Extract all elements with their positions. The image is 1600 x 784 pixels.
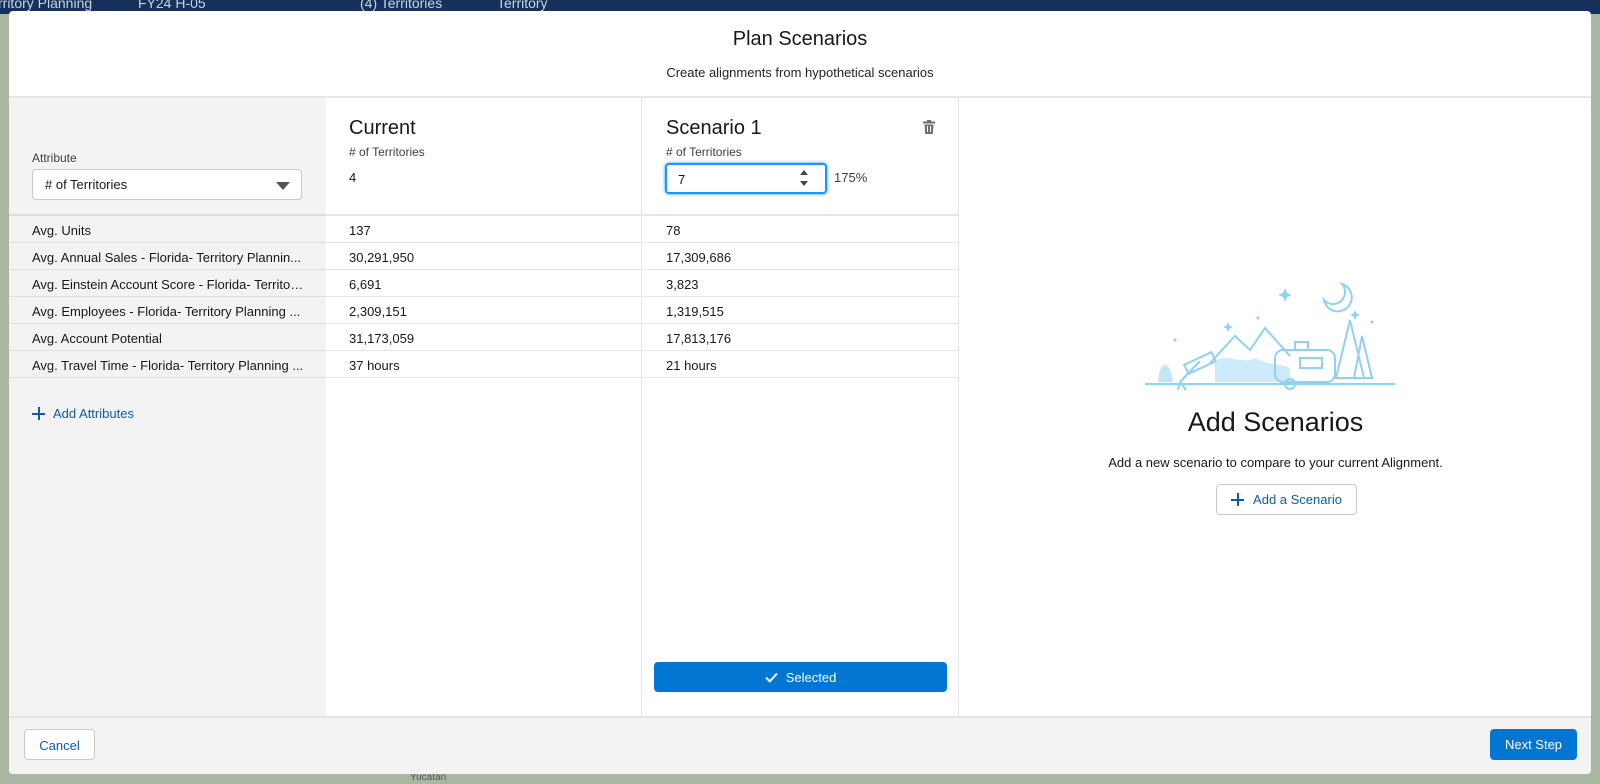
attribute-row: Avg. Account Potential xyxy=(9,324,326,351)
add-scenarios-empty-state: Add Scenarios Add a new scenario to comp… xyxy=(960,98,1591,716)
scenario-1-column: Scenario 1 # of Territories 7 175% 78 17… xyxy=(643,98,959,716)
cancel-button[interactable]: Cancel xyxy=(24,729,95,760)
modal-footer: Cancel Next Step xyxy=(9,716,1591,774)
selected-button[interactable]: Selected xyxy=(654,662,947,692)
caret-down-icon xyxy=(276,182,290,190)
add-scenario-label: Add a Scenario xyxy=(1253,492,1342,507)
background-tab: (4) Territories xyxy=(360,0,443,11)
scenario-1-header: Scenario 1 # of Territories 7 175% xyxy=(643,98,958,216)
attribute-row: Avg. Annual Sales - Florida- Territory P… xyxy=(9,243,326,270)
attribute-row: Avg. Units xyxy=(9,216,326,243)
attribute-rows: Avg. Units Avg. Annual Sales - Florida- … xyxy=(9,216,326,378)
attribute-column: Attribute # of Territories Avg. Units Av… xyxy=(9,98,326,716)
scenario-1-row: 3,823 xyxy=(643,270,958,297)
attribute-select[interactable]: # of Territories xyxy=(32,169,302,200)
current-column: Current # of Territories 4 137 30,291,95… xyxy=(326,98,642,716)
current-header: Current # of Territories 4 xyxy=(326,98,641,216)
current-row: 30,291,950 xyxy=(326,243,641,270)
attribute-row: Avg. Einstein Account Score - Florida- T… xyxy=(9,270,326,297)
scenario-1-row: 21 hours xyxy=(643,351,958,378)
add-attributes-link[interactable]: Add Attributes xyxy=(32,406,134,421)
scenario-1-row: 1,319,515 xyxy=(643,297,958,324)
current-row: 37 hours xyxy=(326,351,641,378)
attribute-label: Attribute xyxy=(32,151,77,165)
attribute-row: Avg. Travel Time - Florida- Territory Pl… xyxy=(9,351,326,378)
modal-title: Plan Scenarios xyxy=(732,28,868,50)
scenario-1-rows: 78 17,309,686 3,823 1,319,515 17,813,176… xyxy=(643,216,958,378)
add-scenario-button[interactable]: Add a Scenario xyxy=(1216,484,1357,515)
current-title: Current xyxy=(349,117,416,139)
background-tab: Territory xyxy=(497,0,548,11)
empty-state-title: Add Scenarios xyxy=(1187,407,1364,437)
scenario-1-metric-label: # of Territories xyxy=(666,145,742,159)
next-step-button[interactable]: Next Step xyxy=(1490,729,1577,760)
scenario-1-input-value: 7 xyxy=(678,172,686,187)
increment-arrow-icon[interactable] xyxy=(800,170,808,175)
scenario-1-territory-input[interactable]: 7 xyxy=(665,163,827,194)
current-rows: 137 30,291,950 6,691 2,309,151 31,173,05… xyxy=(326,216,641,378)
number-spinner[interactable] xyxy=(799,167,809,191)
current-metric-label: # of Territories xyxy=(349,145,425,159)
background-app-title: rritory Planning xyxy=(0,0,93,11)
plus-icon xyxy=(1231,493,1245,506)
trash-icon[interactable] xyxy=(922,120,936,134)
plus-icon xyxy=(32,407,45,420)
scenario-1-row: 17,309,686 xyxy=(643,243,958,270)
scenario-1-percent: 175% xyxy=(834,170,868,185)
modal-header: Plan Scenarios Create alignments from hy… xyxy=(9,11,1591,98)
current-row: 137 xyxy=(326,216,641,243)
background-tab: FY24 H-05 xyxy=(138,0,206,11)
check-icon xyxy=(764,672,778,683)
modal-body: Attribute # of Territories Avg. Units Av… xyxy=(9,98,1591,716)
modal-subtitle: Create alignments from hypothetical scen… xyxy=(666,65,934,80)
scenario-1-row: 17,813,176 xyxy=(643,324,958,351)
current-row: 6,691 xyxy=(326,270,641,297)
empty-state-description: Add a new scenario to compare to your cu… xyxy=(1108,455,1443,470)
selected-label: Selected xyxy=(785,669,837,685)
scenario-1-row: 78 xyxy=(643,216,958,243)
current-row: 31,173,059 xyxy=(326,324,641,351)
camping-illustration xyxy=(1145,281,1395,391)
add-attributes-label: Add Attributes xyxy=(53,406,134,421)
current-row: 2,309,151 xyxy=(326,297,641,324)
attribute-row: Avg. Employees - Florida- Territory Plan… xyxy=(9,297,326,324)
decrement-arrow-icon[interactable] xyxy=(800,181,808,186)
plan-scenarios-modal: Plan Scenarios Create alignments from hy… xyxy=(9,11,1591,774)
attribute-header: Attribute # of Territories xyxy=(9,98,326,216)
scenario-1-title: Scenario 1 xyxy=(666,117,762,139)
attribute-select-value: # of Territories xyxy=(45,177,128,192)
current-metric-value: 4 xyxy=(349,170,357,185)
